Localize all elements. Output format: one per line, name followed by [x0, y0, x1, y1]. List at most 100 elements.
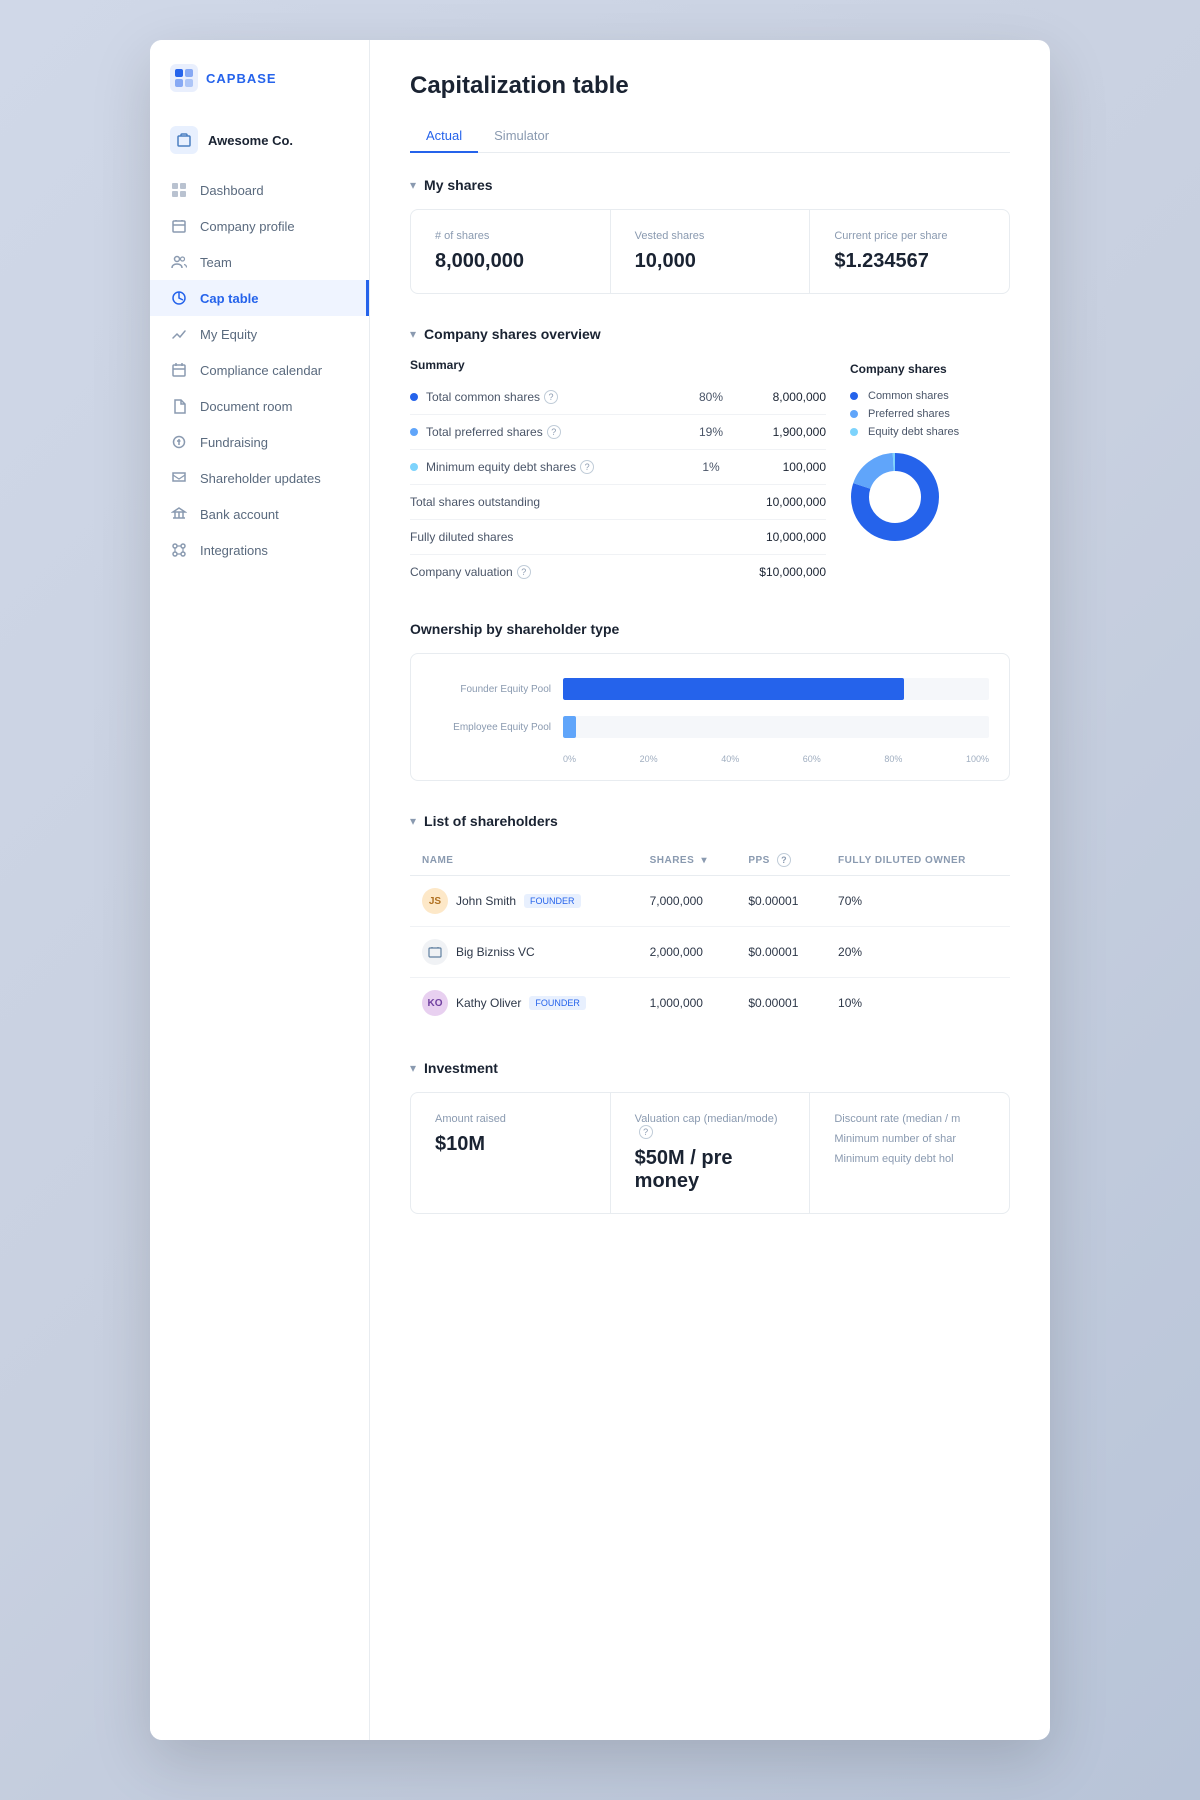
table-body: JS John Smith FOUNDER 7,000,000 $0.00001… [410, 876, 1010, 1029]
preferred-count: 1,900,000 [736, 425, 826, 439]
sidebar-label-fundraising: Fundraising [200, 435, 268, 450]
logo-area: CAPBASE [150, 64, 369, 116]
bar-fill-founder [563, 678, 904, 700]
app-window: CAPBASE Awesome Co. Dashboard Company pr… [150, 40, 1050, 1740]
legend-title: Company shares [850, 362, 1010, 376]
investment-header: ▾ Investment [410, 1060, 1010, 1076]
valuation-cap-help-icon[interactable]: ? [639, 1125, 653, 1139]
avatar-bv [422, 939, 448, 965]
main-content: Capitalization table Actual Simulator ▾ … [370, 40, 1050, 1740]
debt-help-icon[interactable]: ? [580, 460, 594, 474]
investment-cards: Amount raised $10M Valuation cap (median… [410, 1092, 1010, 1214]
updates-icon [170, 469, 188, 487]
valuation-cap-card: Valuation cap (median/mode) ? $50M / pre… [611, 1093, 811, 1213]
diluted-label: Fully diluted shares [410, 530, 686, 544]
company-shares-chevron[interactable]: ▾ [410, 327, 416, 341]
diluted-count: 10,000,000 [736, 530, 826, 544]
col-name: NAME [410, 845, 638, 876]
summary-row-outstanding: Total shares outstanding 10,000,000 [410, 485, 826, 520]
sidebar-item-document-room[interactable]: Document room [150, 388, 369, 424]
shareholder-name-cell-1: Big Bizniss VC [410, 927, 638, 978]
sidebar-item-cap-table[interactable]: Cap table [150, 280, 369, 316]
amount-raised-label: Amount raised [435, 1113, 586, 1125]
shares-sort-icon: ▾ [702, 855, 708, 866]
name-2: Kathy Oliver [456, 996, 521, 1010]
preferred-pct: 19% [686, 425, 736, 439]
ownership-title: Ownership by shareholder type [410, 621, 619, 637]
dashboard-icon [170, 181, 188, 199]
axis-20: 20% [640, 754, 658, 764]
sidebar-item-company-profile[interactable]: Company profile [150, 208, 369, 244]
legend-preferred-dot [850, 410, 858, 418]
badge-0: FOUNDER [524, 894, 581, 908]
preferred-help-icon[interactable]: ? [547, 425, 561, 439]
sidebar-item-fundraising[interactable]: Fundraising [150, 424, 369, 460]
min-shares-label: Minimum number of shar [834, 1133, 985, 1145]
common-count: 8,000,000 [736, 390, 826, 404]
sidebar-label-shareholder-updates: Shareholder updates [200, 471, 321, 486]
company-name: Awesome Co. [208, 133, 293, 148]
sidebar-label-document-room: Document room [200, 399, 292, 414]
debt-shares-label: Minimum equity debt shares ? [410, 460, 686, 474]
legend-item-preferred: Preferred shares [850, 408, 1010, 420]
fdo-2: 10% [826, 978, 1010, 1029]
company-icon [170, 126, 198, 154]
bar-track-employee [563, 716, 989, 738]
shares-2: 1,000,000 [638, 978, 737, 1029]
company-profile-icon [170, 217, 188, 235]
sidebar-item-dashboard[interactable]: Dashboard [150, 172, 369, 208]
ownership-header: Ownership by shareholder type [410, 621, 1010, 637]
shares-count-value: 8,000,000 [435, 250, 586, 273]
sidebar-item-my-equity[interactable]: My Equity [150, 316, 369, 352]
sidebar-item-compliance[interactable]: Compliance calendar [150, 352, 369, 388]
tab-bar: Actual Simulator [410, 120, 1010, 153]
shareholders-table: NAME SHARES ▾ PPS ? FULLY DILUTED OWNER [410, 845, 1010, 1028]
name-1: Big Bizniss VC [456, 945, 535, 959]
sidebar-item-shareholder-updates[interactable]: Shareholder updates [150, 460, 369, 496]
shareholders-chevron[interactable]: ▾ [410, 814, 416, 828]
page-title: Capitalization table [410, 72, 1010, 100]
legend-item-debt: Equity debt shares [850, 426, 1010, 438]
avatar-ko: KO [422, 990, 448, 1016]
pps-1: $0.00001 [736, 927, 826, 978]
shareholder-name-0: JS John Smith FOUNDER [422, 888, 626, 914]
company-name-row[interactable]: Awesome Co. [150, 116, 369, 164]
tab-simulator[interactable]: Simulator [478, 120, 565, 153]
summary-row-preferred: Total preferred shares ? 19% 1,900,000 [410, 415, 826, 450]
bar-fill-employee [563, 716, 576, 738]
table-row: Big Bizniss VC 2,000,000 $0.00001 20% [410, 927, 1010, 978]
name-0: John Smith [456, 894, 516, 908]
sidebar-label-bank-account: Bank account [200, 507, 279, 522]
bar-row-employee: Employee Equity Pool [431, 716, 989, 738]
common-help-icon[interactable]: ? [544, 390, 558, 404]
common-dot [410, 393, 418, 401]
legend-debt-dot [850, 428, 858, 436]
cap-table-icon [170, 289, 188, 307]
col-fdo: FULLY DILUTED OWNER [826, 845, 1010, 876]
my-shares-chevron[interactable]: ▾ [410, 178, 416, 192]
company-shares-header: ▾ Company shares overview [410, 326, 1010, 342]
shareholders-title: List of shareholders [424, 813, 558, 829]
axis-40: 40% [721, 754, 739, 764]
outstanding-label: Total shares outstanding [410, 495, 686, 509]
axis-60: 60% [803, 754, 821, 764]
avatar-js: JS [422, 888, 448, 914]
preferred-shares-label: Total preferred shares ? [410, 425, 686, 439]
summary-table: Summary Total common shares ? 80% 8,000,… [410, 358, 826, 589]
investment-chevron[interactable]: ▾ [410, 1061, 416, 1075]
preferred-dot [410, 428, 418, 436]
shares-count-card: # of shares 8,000,000 [411, 210, 611, 293]
bar-axis: 0% 20% 40% 60% 80% 100% [431, 754, 989, 764]
col-shares[interactable]: SHARES ▾ [638, 845, 737, 876]
sidebar-item-team[interactable]: Team [150, 244, 369, 280]
pps-help-icon[interactable]: ? [777, 853, 791, 867]
sidebar-item-bank-account[interactable]: Bank account [150, 496, 369, 532]
sidebar-item-integrations[interactable]: Integrations [150, 532, 369, 568]
bar-label-employee: Employee Equity Pool [431, 722, 551, 733]
min-equity-label: Minimum equity debt hol [834, 1153, 985, 1165]
overview-grid: Summary Total common shares ? 80% 8,000,… [410, 358, 1010, 589]
compliance-icon [170, 361, 188, 379]
shares-1: 2,000,000 [638, 927, 737, 978]
valuation-help-icon[interactable]: ? [517, 565, 531, 579]
tab-actual[interactable]: Actual [410, 120, 478, 153]
